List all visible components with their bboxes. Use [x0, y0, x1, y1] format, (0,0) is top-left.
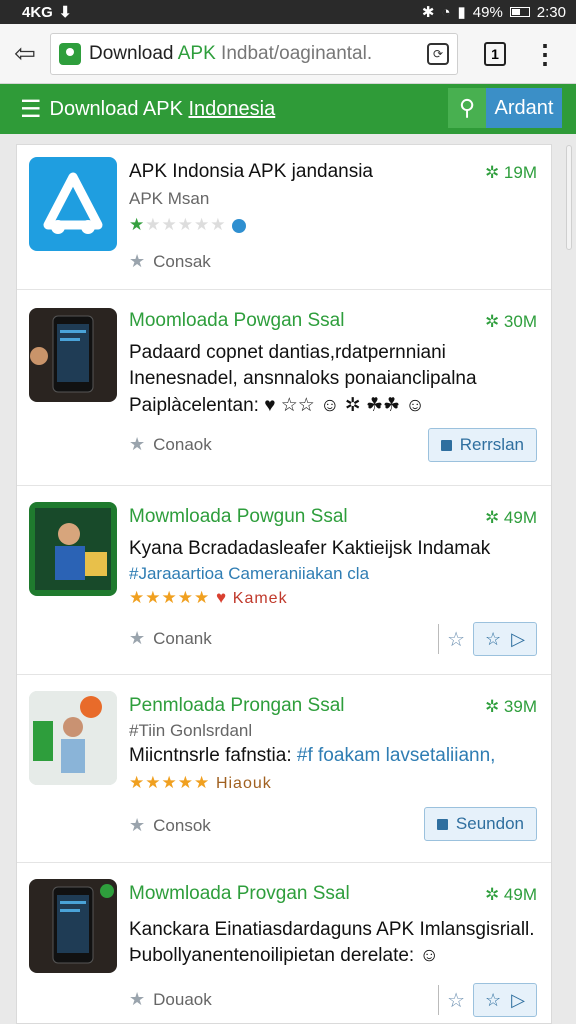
favorite-play-button[interactable]: ☆ ▷	[473, 983, 537, 1017]
battery-level: 49%	[472, 3, 503, 21]
item-title[interactable]: Penmloada Prongan Ssal	[129, 695, 344, 717]
item-size: ✲ 19M	[484, 163, 537, 182]
star-icon[interactable]: ★	[129, 815, 145, 836]
button-square-icon	[436, 818, 448, 830]
item-line-3: Paiplàcelentan: ♥ ☆☆ ☺ ✲ ☘☘ ☺	[129, 395, 425, 416]
item-tag: Hiaouk	[215, 775, 272, 792]
star-icon[interactable]: ★	[129, 628, 145, 649]
star-outline-icon: ☆	[485, 989, 502, 1010]
app-list: APK Indonsia APK jandansia ✲ 19M APK Msa…	[16, 144, 552, 1024]
site-header: ☰ Download APK Indonesia ⚲ Ardant	[0, 84, 576, 134]
browser-toolbar: ⇦ Download APK Indbat/oaginantal. ⟳ 1 ⋮	[0, 24, 576, 84]
phone-image-icon	[52, 884, 114, 964]
site-title[interactable]: Download APK Indonesia	[50, 98, 276, 121]
rating-stars: ★★★★★ Hiaouk	[129, 773, 272, 792]
hamburger-menu-icon[interactable]: ☰	[20, 95, 42, 124]
url-text[interactable]: Download APK Indbat/oaginantal.	[89, 43, 427, 65]
battery-icon	[509, 7, 530, 17]
scrollbar[interactable]	[566, 145, 572, 250]
item-title[interactable]: Mowmloada Provgan Ssal	[129, 883, 350, 905]
item-size: ✲ 49M	[484, 885, 537, 904]
star-icon[interactable]: ★	[129, 251, 145, 272]
download-icon: ⬇	[58, 4, 72, 21]
item-action-button[interactable]: Seundon	[423, 807, 537, 841]
status-bar: 4KG ⬇ ✱ ◔ ▮ 49% 2:30	[0, 0, 576, 24]
item-footer[interactable]: ★ Douaok	[129, 989, 212, 1010]
app-thumbnail[interactable]	[29, 691, 117, 785]
url-rest: Indbat/oaginantal.	[215, 42, 373, 64]
header-action-button[interactable]: Ardant	[486, 88, 562, 128]
app-thumbnail[interactable]	[29, 308, 117, 402]
item-size: ✲ 30M	[484, 312, 537, 331]
list-item[interactable]: Mowmloada Powgun Ssal ✲ 49M Kyana Bcrada…	[17, 486, 551, 675]
list-item[interactable]: Moomloada Powgan Ssal ✲ 30M Padaard copn…	[17, 290, 551, 486]
item-line-2: Inenesnadel, ansnnaloks ponaianclipalna	[129, 368, 477, 389]
item-line-2: Miicntnsrle fafnstia: #f foakam lavsetal…	[129, 745, 496, 766]
item-size: ✲ 49M	[484, 508, 537, 527]
app-logo-icon	[43, 172, 103, 234]
rating-stars: ★★★★★ ♥ Kamek	[129, 588, 288, 607]
item-line-1: Kyana Bcradadasleafer Kaktieijsk Indamak	[129, 538, 491, 559]
item-line-2: Þubollyanentenoilipietan derelate: ☺	[129, 945, 439, 966]
phone-image-icon	[30, 315, 94, 393]
item-footer[interactable]: ★ Conaok	[129, 434, 212, 455]
clock: 2:30	[536, 3, 566, 21]
item-footer[interactable]: ★ Consak	[129, 251, 211, 272]
item-hashtags[interactable]: #Jaraaartioa Cameraniiakan cla	[129, 564, 369, 584]
signal-icon: ▮	[457, 4, 466, 21]
wifi-icon: ◔	[441, 3, 451, 21]
item-hashtag-link[interactable]: #f foakam lavsetaliiann,	[297, 745, 496, 766]
list-item[interactable]: Mowmloada Provgan Ssal ✲ 49M Kanckara Ei…	[17, 863, 551, 1024]
app-thumbnail[interactable]	[29, 157, 117, 251]
site-favicon-icon	[59, 42, 81, 65]
button-square-icon	[440, 439, 452, 451]
item-tag: Kamek	[232, 590, 288, 607]
item-action-button[interactable]: Rerrslan	[427, 428, 537, 462]
star-icon[interactable]: ★	[129, 434, 145, 455]
app-thumbnail[interactable]	[29, 502, 117, 596]
item-title[interactable]: Moomloada Powgan Ssal	[129, 310, 344, 332]
url-prefix: Download	[89, 42, 178, 64]
item-line-1: Kanckara Einatiasdardaguns APK Imlansgis…	[129, 919, 535, 940]
search-icon[interactable]: ⚲	[448, 88, 486, 128]
item-footer[interactable]: ★ Consok	[129, 815, 211, 836]
rating-stars: ★★★★★★	[129, 215, 247, 235]
game-poster-icon	[35, 508, 111, 590]
play-icon: ▷	[511, 628, 525, 649]
reader-mode-icon[interactable]: ⟳	[427, 42, 449, 65]
item-title[interactable]: Mowmloada Powgun Ssal	[129, 506, 348, 528]
person-photo-icon	[29, 691, 117, 785]
bluetooth-icon: ✱	[421, 4, 435, 21]
back-arrow-icon[interactable]: ⇦	[0, 38, 50, 69]
play-icon: ▷	[511, 989, 525, 1010]
url-highlight: APK	[177, 42, 216, 64]
favorite-play-button[interactable]: ☆ ▷	[473, 622, 537, 656]
list-item[interactable]: Penmloada Prongan Ssal ✲ 39M #Tiin Gonls…	[17, 675, 551, 863]
star-outline-icon: ☆	[485, 628, 502, 649]
tabs-count-button[interactable]: 1	[484, 41, 506, 66]
favorite-star-icon[interactable]: ☆	[447, 627, 465, 652]
url-bar[interactable]: Download APK Indbat/oaginantal. ⟳	[50, 32, 458, 75]
network-label: 4KG	[22, 3, 53, 21]
item-actions: ☆ ☆ ▷	[438, 983, 537, 1017]
item-size: ✲ 39M	[484, 697, 537, 716]
item-line-1: Padaard copnet dantias,rdatpernniani	[129, 342, 446, 363]
item-footer[interactable]: ★ Conank	[129, 628, 212, 649]
overflow-menu-icon[interactable]: ⋮	[532, 41, 558, 67]
app-thumbnail[interactable]	[29, 879, 117, 973]
item-actions: ☆ ☆ ▷	[438, 622, 537, 656]
star-icon[interactable]: ★	[129, 989, 145, 1010]
item-title[interactable]: APK Indonsia APK jandansia	[129, 161, 373, 183]
item-subtitle: APK Msan	[129, 189, 210, 208]
list-item[interactable]: APK Indonsia APK jandansia ✲ 19M APK Msa…	[17, 145, 551, 290]
favorite-star-icon[interactable]: ☆	[447, 988, 465, 1013]
item-line-1: #Tiin Gonlsrdanl	[129, 721, 253, 740]
